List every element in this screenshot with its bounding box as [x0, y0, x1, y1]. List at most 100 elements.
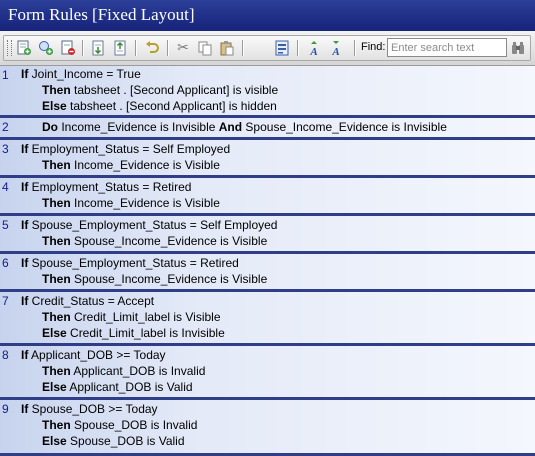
toolbar-separator	[354, 40, 356, 56]
rule-text: Credit_Limit_label is Invisible	[66, 326, 225, 340]
rule-row[interactable]: 6 If Spouse_Employment_Status = Retired …	[0, 254, 535, 292]
rule-number: 4	[2, 180, 9, 194]
rule-row[interactable]: 2 Do Income_Evidence is Invisible And Sp…	[0, 118, 535, 140]
rule-text: tabsheet . [Second Applicant] is visible	[70, 83, 279, 97]
sort-descending-button[interactable]: A	[326, 38, 346, 58]
rule-number: 5	[2, 218, 9, 232]
sort-ascending-button[interactable]: A	[304, 38, 324, 58]
move-up-icon	[114, 40, 126, 56]
copy-icon	[198, 41, 212, 56]
rule-line-then: Then tabsheet . [Second Applicant] is vi…	[42, 83, 278, 97]
rule-row[interactable]: 4 If Employment_Status = Retired Then In…	[0, 178, 535, 216]
svg-text:A: A	[309, 46, 317, 56]
form-rules-window: Form Rules [Fixed Layout] ✂ A A Find: En…	[0, 0, 535, 456]
rule-line-then: Then Spouse_DOB is Invalid	[42, 418, 197, 432]
rule-keyword: Then	[42, 234, 71, 248]
rule-row[interactable]: 7 If Credit_Status = Accept Then Credit_…	[0, 292, 535, 346]
toolbar: ✂ A A Find:	[0, 31, 535, 66]
delete-rule-button[interactable]	[58, 38, 78, 58]
move-up-button[interactable]	[110, 38, 130, 58]
delete-rule-icon	[61, 40, 75, 55]
rule-text: Applicant_DOB is Invalid	[70, 364, 206, 378]
window-title: Form Rules [Fixed Layout]	[0, 0, 535, 31]
rule-row[interactable]: 9 If Spouse_DOB >= Today Then Spouse_DOB…	[0, 400, 535, 456]
toolbar-grip[interactable]	[7, 40, 12, 56]
rule-text: Credit_Limit_label is Visible	[70, 310, 221, 324]
rule-keyword: Else	[42, 326, 67, 340]
toolbar-separator	[135, 40, 137, 56]
rule-text: Applicant_DOB is Valid	[66, 380, 193, 394]
add-rule-button[interactable]	[14, 38, 34, 58]
add-condition-button[interactable]	[36, 38, 56, 58]
rule-text: Applicant_DOB >= Today	[28, 348, 166, 362]
properties-icon	[275, 40, 289, 56]
binoculars-icon	[512, 42, 524, 54]
rule-line-if: If Employment_Status = Self Employed	[21, 142, 230, 156]
rule-row[interactable]: 8 If Applicant_DOB >= Today Then Applica…	[0, 346, 535, 400]
rule-number: 1	[2, 68, 9, 82]
rule-keyword: And	[218, 120, 243, 134]
move-down-icon	[92, 40, 104, 56]
rule-line-if: If Joint_Income = True	[21, 67, 141, 81]
rule-row[interactable]: 5 If Spouse_Employment_Status = Self Emp…	[0, 216, 535, 254]
rule-number: 6	[2, 256, 9, 270]
rule-keyword: Then	[42, 196, 71, 210]
undo-button[interactable]	[142, 38, 162, 58]
rule-keyword: Else	[42, 99, 67, 113]
rule-text: Employment_Status = Retired	[28, 180, 192, 194]
rule-keyword: Then	[42, 418, 71, 432]
rule-line-else: Else Applicant_DOB is Valid	[42, 380, 193, 394]
rule-text: Income_Evidence is Invisible	[58, 120, 219, 134]
rule-text: Spouse_Income_Evidence is Invisible	[242, 120, 447, 134]
rule-text: Spouse_DOB >= Today	[28, 402, 158, 416]
rule-row[interactable]: 3 If Employment_Status = Self Employed T…	[0, 140, 535, 178]
rule-line-else: Else Spouse_DOB is Valid	[42, 434, 185, 448]
rule-line-do: Do Income_Evidence is Invisible And Spou…	[42, 120, 447, 134]
rule-line-if: If Spouse_DOB >= Today	[21, 402, 158, 416]
rule-keyword: Then	[42, 364, 71, 378]
rule-number: 3	[2, 142, 9, 156]
rule-line-then: Then Spouse_Income_Evidence is Visible	[42, 234, 267, 248]
toolbar-strip: ✂ A A Find:	[3, 35, 531, 61]
rule-line-else: Else tabsheet . [Second Applicant] is hi…	[42, 99, 277, 113]
rule-text: tabsheet . [Second Applicant] is hidden	[66, 99, 277, 113]
rule-line-if: If Employment_Status = Retired	[21, 180, 191, 194]
rule-number: 8	[2, 348, 9, 362]
search-input[interactable]	[387, 38, 507, 57]
paste-icon	[220, 41, 234, 56]
find-label: Find:	[361, 41, 386, 53]
rule-line-if: If Applicant_DOB >= Today	[21, 348, 166, 362]
rule-text: Spouse_DOB is Invalid	[70, 418, 198, 432]
toolbar-separator	[242, 40, 244, 56]
find-button[interactable]	[508, 38, 528, 58]
cut-icon: ✂	[177, 40, 189, 56]
rule-keyword: Else	[42, 434, 67, 448]
copy-button[interactable]	[195, 38, 215, 58]
rule-keyword: Else	[42, 380, 67, 394]
rule-text: Spouse_Employment_Status = Self Employed	[28, 218, 278, 232]
paste-button[interactable]	[217, 38, 237, 58]
rule-text: Spouse_DOB is Valid	[66, 434, 185, 448]
rule-text: Spouse_Income_Evidence is Visible	[70, 272, 268, 286]
rule-keyword: Then	[42, 83, 71, 97]
toolbar-separator	[167, 40, 169, 56]
rule-line-else: Else Credit_Limit_label is Invisible	[42, 326, 225, 340]
sort-descending-icon: A	[331, 41, 340, 56]
rule-text: Spouse_Employment_Status = Retired	[28, 256, 239, 270]
rule-line-if: If Spouse_Employment_Status = Retired	[21, 256, 239, 270]
properties-button[interactable]	[272, 38, 292, 58]
sort-ascending-icon: A	[309, 41, 318, 56]
add-condition-icon	[39, 41, 53, 55]
move-down-button[interactable]	[88, 38, 108, 58]
rule-line-if: If Credit_Status = Accept	[21, 294, 154, 308]
rule-keyword: Then	[42, 272, 71, 286]
rule-line-then: Then Income_Evidence is Visible	[42, 158, 220, 172]
rule-keyword: Do	[42, 120, 58, 134]
rule-number: 9	[2, 402, 9, 416]
rule-line-then: Then Applicant_DOB is Invalid	[42, 364, 205, 378]
rule-text: Joint_Income = True	[28, 67, 141, 81]
rules-list: 1 If Joint_Income = True Then tabsheet .…	[0, 66, 535, 456]
rule-row[interactable]: 1 If Joint_Income = True Then tabsheet .…	[0, 66, 535, 118]
add-rule-icon	[17, 40, 31, 55]
cut-button[interactable]: ✂	[173, 38, 193, 58]
